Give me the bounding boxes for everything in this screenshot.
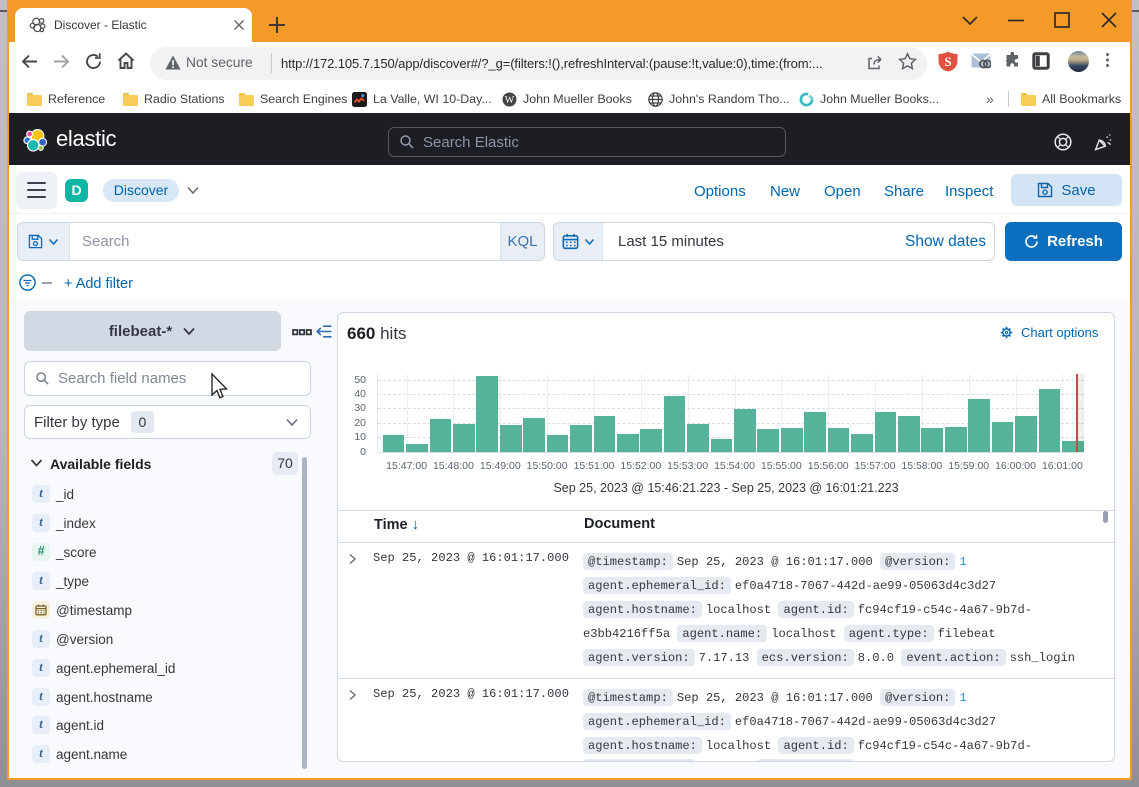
svg-text:S: S	[944, 54, 951, 69]
svg-text:W: W	[505, 95, 515, 106]
